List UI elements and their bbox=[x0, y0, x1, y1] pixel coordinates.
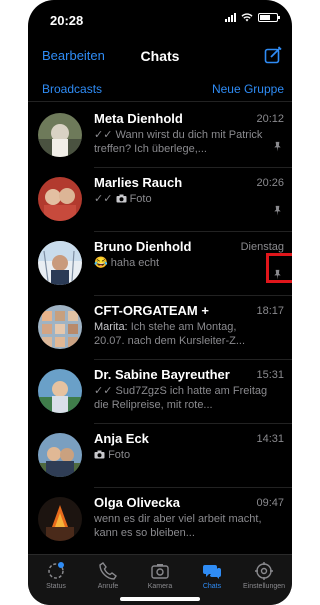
chat-preview: 😂 haha echt bbox=[94, 256, 270, 270]
chat-row-cft-orgateam[interactable]: CFT-ORGATEAM + 18:17 Marita: Ich stehe a… bbox=[28, 296, 292, 360]
chat-row-meta-dienhold[interactable]: Meta Dienhold 20:12 ✓✓ Wann wirst du dic… bbox=[28, 104, 292, 168]
chat-time: 18:17 bbox=[256, 305, 284, 317]
chat-row-anja-eck[interactable]: Anja Eck 14:31 Foto bbox=[28, 424, 292, 488]
tab-status[interactable]: Status bbox=[30, 561, 82, 590]
sender-name: Marita: bbox=[94, 321, 128, 333]
camera-icon bbox=[116, 194, 126, 203]
chat-preview: ✓✓ Foto bbox=[94, 192, 270, 206]
chat-preview: Foto bbox=[94, 448, 270, 462]
chat-row-olga-olivecka[interactable]: Olga Olivecka 09:47 wenn es dir aber vie… bbox=[28, 488, 292, 552]
chat-bubbles-icon bbox=[203, 565, 221, 579]
preview-text: wenn es dir aber viel arbeit macht, kann… bbox=[94, 513, 262, 539]
avatar bbox=[38, 305, 82, 349]
wifi-icon bbox=[241, 13, 253, 22]
signal-icon bbox=[225, 13, 236, 22]
home-indicator[interactable] bbox=[120, 597, 200, 601]
broadcasts-link[interactable]: Broadcasts bbox=[42, 82, 102, 96]
preview-text: haha echt bbox=[110, 257, 160, 269]
chat-time: 15:31 bbox=[256, 369, 284, 381]
gear-icon bbox=[255, 562, 273, 580]
battery-icon bbox=[258, 13, 280, 22]
chat-preview: ✓✓ Wann wirst du dich mit Patrick treffe… bbox=[94, 128, 270, 156]
preview-text: Sud7ZgzS ich hatte am Freitag die Relipr… bbox=[94, 385, 268, 411]
camera-icon bbox=[151, 564, 169, 579]
tab-calls[interactable]: Anrufe bbox=[82, 561, 134, 590]
chat-name: Marlies Rauch bbox=[94, 175, 183, 190]
preview-text: Foto bbox=[108, 449, 131, 461]
chat-name: CFT-ORGATEAM + bbox=[94, 303, 209, 318]
page-title: Chats bbox=[140, 48, 180, 64]
tab-label: Chats bbox=[202, 583, 222, 590]
chat-row-marlies-rauch[interactable]: Marlies Rauch 20:26 ✓✓ Foto bbox=[28, 168, 292, 232]
chat-row-sabine-bayreuther[interactable]: Dr. Sabine Bayreuther 15:31 ✓✓ Sud7ZgzS … bbox=[28, 360, 292, 424]
pin-icon bbox=[274, 141, 281, 152]
status-bar: 20:28 bbox=[28, 0, 292, 40]
highlight-box bbox=[266, 253, 292, 283]
status-time: 20:28 bbox=[50, 13, 84, 28]
chat-time: 14:31 bbox=[256, 433, 284, 445]
chat-time: Dienstag bbox=[240, 241, 284, 253]
pin-icon bbox=[274, 205, 281, 216]
preview-text: Wann wirst du dich mit Patrick treffen? … bbox=[94, 129, 263, 155]
tab-label: Kamera bbox=[147, 583, 173, 590]
phone-frame: 20:28 Bearbeiten Chats Broadcasts Neue G… bbox=[16, 0, 304, 605]
chat-name: Anja Eck bbox=[94, 431, 149, 446]
camera-icon bbox=[94, 450, 105, 459]
chat-time: 09:47 bbox=[256, 497, 284, 509]
status-icons bbox=[225, 13, 280, 22]
tab-label: Status bbox=[46, 583, 66, 590]
chat-preview: wenn es dir aber viel arbeit macht, kann… bbox=[94, 512, 270, 540]
read-receipt-icon: ✓✓ bbox=[94, 129, 113, 141]
tab-label: Anrufe bbox=[97, 583, 119, 590]
chat-preview: ✓✓ Sud7ZgzS ich hatte am Freitag die Rel… bbox=[94, 384, 270, 412]
read-receipt-icon: ✓✓ bbox=[94, 193, 113, 205]
avatar bbox=[38, 241, 82, 285]
status-icon bbox=[48, 562, 64, 579]
chat-name: Bruno Dienhold bbox=[94, 239, 192, 254]
chat-list: Meta Dienhold 20:12 ✓✓ Wann wirst du dic… bbox=[28, 104, 292, 554]
preview-text: Foto bbox=[129, 193, 152, 205]
chat-name: Olga Olivecka bbox=[94, 495, 180, 510]
tab-bar: Status Anrufe Kamera Chats Einstellungen bbox=[28, 554, 292, 605]
chat-preview: Marita: Ich stehe am Montag, 20.07. nach… bbox=[94, 320, 270, 348]
avatar bbox=[38, 433, 82, 477]
tab-camera[interactable]: Kamera bbox=[134, 561, 186, 590]
nav-bar: Bearbeiten Chats bbox=[28, 40, 292, 72]
tab-label: Einstellungen bbox=[242, 583, 286, 590]
chat-name: Dr. Sabine Bayreuther bbox=[94, 367, 230, 382]
chat-time: 20:26 bbox=[256, 177, 284, 189]
screen: 20:28 Bearbeiten Chats Broadcasts Neue G… bbox=[28, 0, 292, 605]
sub-nav: Broadcasts Neue Gruppe bbox=[28, 72, 292, 102]
emoji-icon: 😂 bbox=[94, 257, 108, 269]
compose-icon[interactable] bbox=[264, 46, 282, 64]
avatar bbox=[38, 369, 82, 413]
tab-chats[interactable]: Chats bbox=[186, 561, 238, 590]
chat-row-bruno-dienhold[interactable]: Bruno Dienhold Dienstag 😂 haha echt bbox=[28, 232, 292, 296]
chat-time: 20:12 bbox=[256, 113, 284, 125]
avatar bbox=[38, 497, 82, 541]
chat-name: Meta Dienhold bbox=[94, 111, 183, 126]
avatar bbox=[38, 113, 82, 157]
avatar bbox=[38, 177, 82, 221]
new-group-link[interactable]: Neue Gruppe bbox=[212, 82, 284, 96]
read-receipt-icon: ✓✓ bbox=[94, 385, 113, 397]
phone-icon bbox=[99, 562, 117, 580]
tab-settings[interactable]: Einstellungen bbox=[238, 561, 290, 590]
